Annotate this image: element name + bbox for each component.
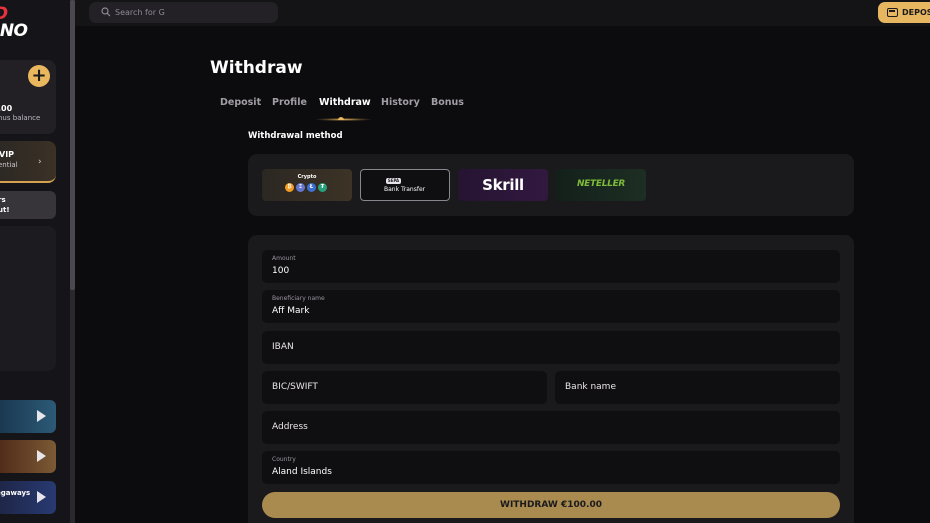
tab-bonus[interactable]: Bonus — [431, 97, 464, 108]
app-window: D INO + .00 nus balance VIP ential › rs … — [0, 0, 930, 523]
bank-transfer-label: Bank Transfer — [384, 186, 426, 193]
promo-card[interactable] — [0, 191, 56, 219]
beneficiary-name-field[interactable]: Beneficiary name Aff Mark — [262, 290, 840, 323]
litecoin-icon: Ł — [307, 183, 316, 192]
crypto-coins: ₿ Ξ Ł ₮ — [285, 183, 331, 193]
sidebar: D INO + .00 nus balance VIP ential › rs … — [0, 0, 70, 523]
country-label: Country — [272, 456, 296, 463]
bic-swift-field[interactable]: BIC/SWIFT — [262, 371, 547, 404]
deposit-button[interactable]: DEPOSI — [878, 2, 930, 23]
bic-swift-placeholder: BIC/SWIFT — [272, 382, 318, 392]
tab-history[interactable]: History — [381, 97, 420, 108]
bank-name-field[interactable]: Bank name — [555, 371, 840, 404]
withdraw-submit-button[interactable]: WITHDRAW €100.00 — [262, 492, 840, 518]
iban-placeholder: IBAN — [272, 342, 294, 352]
crypto-label: Crypto — [297, 174, 317, 180]
amount-field[interactable]: Amount 100 — [262, 250, 840, 283]
sidebar-panel — [0, 226, 56, 371]
play-icon — [37, 410, 46, 422]
method-neteller[interactable]: NETELLER — [556, 169, 646, 201]
method-skrill[interactable]: Skrill — [458, 169, 548, 201]
country-value: Aland Islands — [272, 467, 332, 477]
tether-icon: ₮ — [318, 183, 327, 192]
search-input[interactable] — [115, 5, 265, 20]
promo-line-2: ut! — [0, 206, 10, 214]
address-field[interactable]: Address — [262, 411, 840, 444]
add-funds-button[interactable]: + — [28, 65, 50, 87]
promo-line-1: rs — [0, 196, 6, 204]
beneficiary-name-label: Beneficiary name — [272, 295, 325, 302]
beneficiary-name-value: Aff Mark — [272, 306, 310, 316]
balance-amount: .00 — [0, 104, 13, 113]
search-icon — [101, 7, 111, 17]
country-select[interactable]: Country Aland Islands — [262, 451, 840, 484]
iban-field[interactable]: IBAN — [262, 331, 840, 364]
play-icon — [37, 450, 46, 462]
skrill-logo: Skrill — [482, 176, 524, 194]
neteller-logo: NETELLER — [576, 179, 626, 189]
vip-subtitle: ential — [0, 161, 18, 169]
search-box[interactable] — [89, 2, 278, 23]
address-placeholder: Address — [272, 422, 308, 432]
page-title: Withdraw — [210, 58, 303, 78]
amount-value: 100 — [272, 266, 290, 276]
bank-name-placeholder: Bank name — [565, 382, 616, 392]
sepa-badge: SEPA — [386, 178, 401, 184]
game-card-2[interactable] — [0, 440, 56, 473]
logo-line-2: INO — [0, 21, 28, 41]
method-crypto[interactable]: Crypto ₿ Ξ Ł ₮ — [262, 169, 352, 201]
vip-title: VIP — [0, 150, 15, 159]
ethereum-icon: Ξ — [296, 183, 305, 192]
chevron-right-icon: › — [38, 157, 42, 167]
tab-withdraw[interactable]: Withdraw — [319, 97, 371, 108]
bonus-balance-label: nus balance — [0, 114, 41, 122]
casino-logo[interactable]: D INO — [0, 6, 28, 40]
withdrawal-method-title: Withdrawal method — [248, 131, 343, 141]
game-card-3-label: egaways — [0, 489, 31, 497]
game-card-1[interactable] — [0, 400, 56, 433]
tab-profile[interactable]: Profile — [272, 97, 307, 108]
method-bank-transfer[interactable]: SEPA Bank Transfer — [360, 169, 450, 201]
deposit-button-label: DEPOSI — [902, 8, 930, 17]
active-tab-marker — [338, 117, 344, 120]
play-icon — [37, 491, 46, 503]
bitcoin-icon: ₿ — [285, 183, 294, 192]
tab-deposit[interactable]: Deposit — [220, 97, 261, 108]
game-card-3[interactable] — [0, 481, 56, 514]
amount-label: Amount — [272, 255, 296, 262]
wallet-icon — [887, 8, 898, 17]
